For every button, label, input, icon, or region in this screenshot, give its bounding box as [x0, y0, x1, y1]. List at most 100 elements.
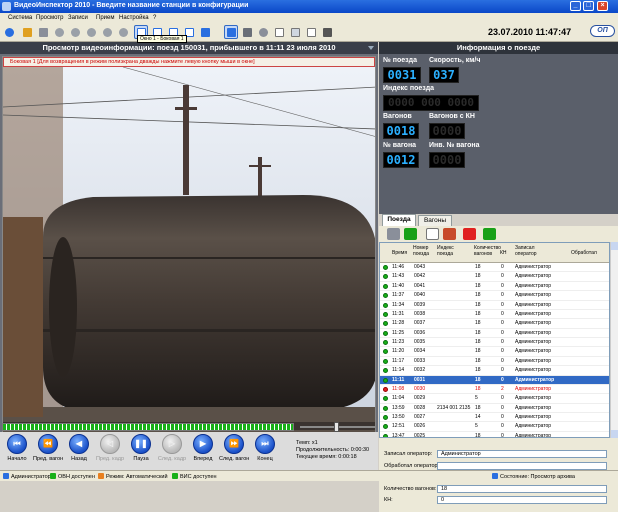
pointer-button[interactable] — [224, 25, 238, 39]
close-button[interactable]: × — [597, 1, 608, 11]
report-button[interactable] — [288, 25, 302, 39]
table-scrollbar[interactable] — [610, 242, 618, 438]
print-icon[interactable] — [426, 228, 439, 240]
view-eye-button[interactable] — [2, 25, 16, 39]
table-row[interactable]: 11:25 0036 18 0 Администратор — [380, 329, 609, 339]
wheel-icon — [71, 28, 80, 37]
scroll-up-arrow[interactable] — [611, 242, 618, 250]
cell-op: Администратор — [515, 414, 552, 421]
col-recorded-by[interactable]: Записал оператор — [515, 245, 550, 257]
detail-label: КН: — [384, 497, 393, 503]
export-icon[interactable] — [443, 228, 456, 240]
tool-wheel-button-1[interactable] — [52, 25, 66, 39]
tool-wheel-button-3[interactable] — [84, 25, 98, 39]
table-row[interactable]: 11:43 0042 18 0 Администратор — [380, 272, 609, 282]
cell-cars: 18 — [475, 320, 481, 327]
table-row[interactable]: 11:46 0043 18 0 Администратор — [380, 263, 609, 273]
table-row[interactable]: 11:14 0032 18 0 Администратор — [380, 366, 609, 376]
table-row[interactable]: 11:40 0041 18 0 Администратор — [380, 282, 609, 292]
cell-kn: 0 — [501, 395, 504, 402]
table-row[interactable]: 12:51 0026 5 0 Администратор — [380, 422, 609, 432]
table-row[interactable]: 11:11 0031 18 0 Администратор — [380, 375, 609, 385]
back-button[interactable]: ◀ Назад — [64, 434, 94, 468]
tab-bar: Поезда Вагоны — [379, 214, 618, 226]
menu-settings[interactable]: Настройка — [119, 15, 149, 21]
detail-label: Обработал оператор: — [384, 462, 440, 469]
tab-trains[interactable]: Поезда — [382, 214, 416, 226]
tool-wheel-button-2[interactable] — [68, 25, 82, 39]
table-row[interactable]: 11:04 0029 5 0 Администратор — [380, 394, 609, 404]
start-icon: ⏮ — [7, 434, 27, 454]
playback-info: Темп: x1 Продолжительность: 0:00:30 Теку… — [296, 440, 369, 461]
pause-button[interactable]: ❚❚ Пауза — [126, 434, 156, 468]
cell-time: 11:34 — [392, 301, 405, 308]
wagons-kn-display: 0000 — [429, 123, 465, 139]
table-row[interactable]: 11:17 0033 18 0 Администратор — [380, 357, 609, 367]
document-button[interactable] — [272, 25, 286, 39]
cell-num: 0027 — [414, 414, 426, 421]
cell-time: 11:25 — [392, 329, 405, 336]
minimize-button[interactable]: _ — [570, 1, 581, 11]
col-kn[interactable]: КН — [500, 250, 507, 257]
table-row[interactable]: 11:37 0040 18 0 Администратор — [380, 291, 609, 301]
link-icon[interactable] — [387, 228, 400, 240]
speed-slider[interactable] — [300, 422, 375, 432]
status-dot-icon — [383, 340, 388, 346]
detail-value: 0 — [437, 496, 607, 504]
status-state: Состояние: Просмотр архива — [492, 473, 575, 480]
delete-icon[interactable] — [463, 228, 476, 240]
eraser-button[interactable] — [320, 25, 334, 39]
menu-receive[interactable]: Прием — [96, 15, 114, 21]
start-button[interactable]: ⏮ Начало — [2, 434, 32, 468]
tooltip: Окно 1 - Боковая 1 — [137, 35, 187, 43]
list-button[interactable] — [36, 25, 50, 39]
menu-system[interactable]: Система — [8, 15, 32, 21]
end-button[interactable]: ⏭ Конец — [250, 434, 280, 468]
cell-num: 0035 — [414, 339, 426, 346]
prev-frame-button[interactable]: ◁ Пред. кадр — [95, 434, 125, 468]
table-row[interactable]: 11:28 0037 18 0 Администратор — [380, 319, 609, 329]
scroll-down-arrow[interactable] — [611, 430, 618, 438]
menu-records[interactable]: Записи — [68, 15, 88, 21]
col-wagon-count[interactable]: Количество вагонов — [474, 245, 501, 257]
upload-icon[interactable] — [483, 228, 496, 240]
table-row[interactable]: 13:59 0028 2134 001 2135 18 0 Администратор — [380, 404, 609, 414]
layout-grid-button[interactable] — [198, 25, 212, 39]
menu-help[interactable]: ? — [153, 15, 156, 21]
cell-cars: 18 — [475, 376, 481, 383]
prev-wagon-button[interactable]: ⏪ Пред. вагон — [33, 434, 63, 468]
table-row[interactable]: 11:34 0039 18 0 Администратор — [380, 301, 609, 310]
app-icon — [2, 2, 11, 11]
dropdown-arrow-icon[interactable] — [368, 46, 374, 50]
video-frame[interactable]: Боковая 1 [Для возвращения в режим полиэ… — [2, 56, 376, 460]
playback-progress[interactable] — [2, 423, 294, 431]
tool-wheel-button-5[interactable] — [116, 25, 130, 39]
edit-button[interactable] — [304, 25, 318, 39]
next-wagon-button[interactable]: ⏩ След. вагон — [219, 434, 249, 468]
table-row[interactable]: 11:20 0034 18 0 Администратор — [380, 347, 609, 357]
slider-thumb[interactable] — [334, 422, 339, 432]
forward-button[interactable]: ▶ Вперед — [188, 434, 218, 468]
table-row[interactable]: 11:23 0035 18 0 Администратор — [380, 338, 609, 348]
col-train-number[interactable]: Номер поезда — [413, 245, 433, 257]
cell-op: Администратор — [515, 367, 552, 374]
menu-view[interactable]: Просмотр — [36, 15, 63, 21]
next-frame-button[interactable]: ▷ След. кадр — [157, 434, 187, 468]
table-row[interactable]: 11:31 0038 18 0 Администратор — [380, 310, 609, 320]
col-train-index[interactable]: Индекс поезда — [437, 245, 459, 257]
table-row[interactable]: 13:50 0027 14 0 Администратор — [380, 413, 609, 423]
cell-cars: 5 — [475, 395, 478, 402]
cell-cars: 5 — [475, 423, 478, 430]
trains-table: Время Номер поезда Индекс поезда Количес… — [379, 242, 610, 438]
table-row[interactable]: 11:08 0030 18 2 Администратор — [380, 385, 609, 395]
col-processed-by[interactable]: Обработал — [571, 250, 597, 257]
cell-kn: 0 — [501, 376, 504, 383]
tab-wagons[interactable]: Вагоны — [418, 215, 452, 226]
wheel-view-button[interactable] — [256, 25, 270, 39]
download-icon[interactable] — [404, 228, 417, 240]
maximize-button[interactable]: □ — [583, 1, 594, 11]
tool-wheel-button-4[interactable] — [100, 25, 114, 39]
filter-button[interactable] — [20, 25, 34, 39]
anchor-button[interactable] — [240, 25, 254, 39]
col-time[interactable]: Время — [392, 250, 407, 257]
